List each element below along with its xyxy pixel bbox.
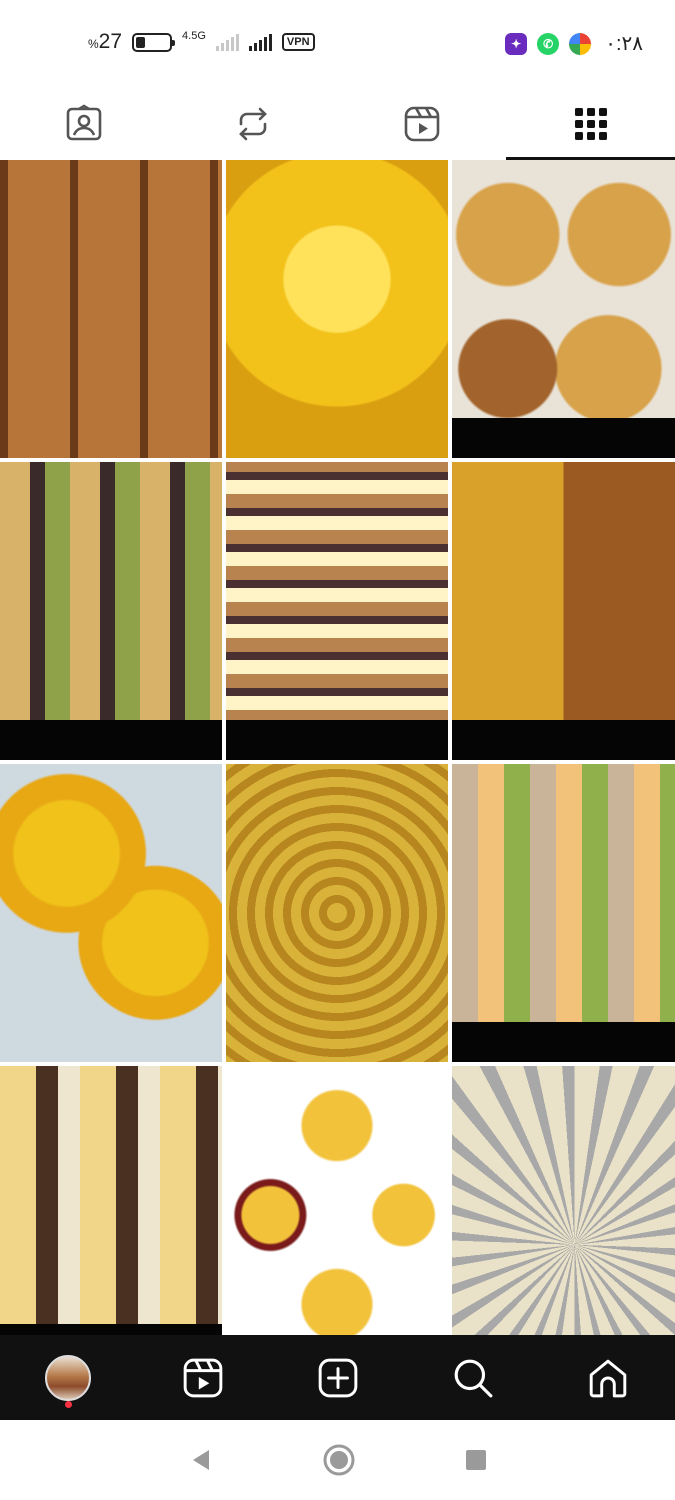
post-thumbnail[interactable] [0,462,222,760]
profile-content-tabs [0,88,675,160]
whatsapp-icon: ✆ [537,32,560,55]
post-thumbnail[interactable] [0,160,222,458]
post-thumbnail[interactable] [0,764,222,1062]
post-photo [0,160,222,458]
photo-dark-band [452,720,675,760]
post-thumbnail[interactable] [226,160,448,458]
battery-value: 27 [98,30,123,53]
notification-dot [64,1400,72,1408]
post-thumbnail[interactable] [0,1066,222,1335]
posts-grid [0,160,675,1335]
reposts-tab[interactable] [169,88,338,160]
photo-dark-band [452,1022,675,1062]
reels-tab[interactable] [338,88,507,160]
post-photo [0,462,222,760]
create-nav[interactable] [298,1338,378,1418]
profile-avatar [44,1354,91,1401]
battery-fill [136,36,146,48]
reels-icon [404,106,440,142]
tagged-tab[interactable] [0,88,169,160]
reels-nav[interactable] [163,1338,243,1418]
tagged-person-icon [67,104,102,141]
post-thumbnail[interactable] [452,160,675,458]
bottom-navigation [0,1335,675,1420]
search-nav[interactable] [433,1338,513,1418]
home-icon [589,1359,626,1397]
post-thumbnail[interactable] [452,1066,675,1335]
post-thumbnail[interactable] [226,764,448,1062]
battery-percentage: %27 [88,30,122,54]
signal-sim2-icon [215,33,239,51]
back-icon[interactable] [189,1448,213,1472]
search-icon [454,1359,492,1397]
battery-icon [132,32,176,52]
post-photo [226,764,448,1062]
status-left: %27 4.5G VPN [88,30,315,54]
profile-tab[interactable] [28,1338,108,1418]
instagram-profile-screen: %27 4.5G VPN ✦ ✆ ۰:۲۸ [0,0,675,1500]
photo-dark-band [0,720,222,760]
post-thumbnail[interactable] [452,764,675,1062]
post-photo [452,462,675,760]
post-photo [226,1066,448,1335]
signal-sim1-icon [248,33,272,51]
status-bar: %27 4.5G VPN ✦ ✆ ۰:۲۸ [0,0,675,88]
post-thumbnail[interactable] [226,462,448,760]
post-photo [226,160,448,458]
post-thumbnail[interactable] [226,1066,448,1335]
photo-dark-band [452,418,675,458]
vpn-badge: VPN [281,33,315,51]
post-photo [0,1066,222,1335]
post-photo [452,1066,675,1335]
reels-icon [183,1358,222,1397]
home-circle-icon[interactable] [323,1444,355,1476]
post-thumbnail[interactable] [452,462,675,760]
google-one-icon [569,32,592,55]
clock: ۰:۲۸ [605,33,643,55]
photo-dark-band [0,1324,222,1335]
post-photo [0,764,222,1062]
recents-icon[interactable] [465,1449,487,1471]
network-type: 4.5G [182,29,206,42]
post-photo [226,462,448,760]
repost-icon [239,107,267,141]
status-right: ✦ ✆ ۰:۲۸ [505,31,643,56]
assistant-app-icon: ✦ [505,32,528,55]
post-photo [452,160,675,458]
system-navigation-bar [0,1420,675,1500]
add-post-icon [318,1358,357,1397]
photo-dark-band [226,720,448,760]
percent-symbol: % [88,37,99,51]
post-photo [452,764,675,1062]
home-nav[interactable] [568,1338,648,1418]
grid-icon [574,108,607,140]
posts-grid-tab[interactable] [506,88,675,160]
